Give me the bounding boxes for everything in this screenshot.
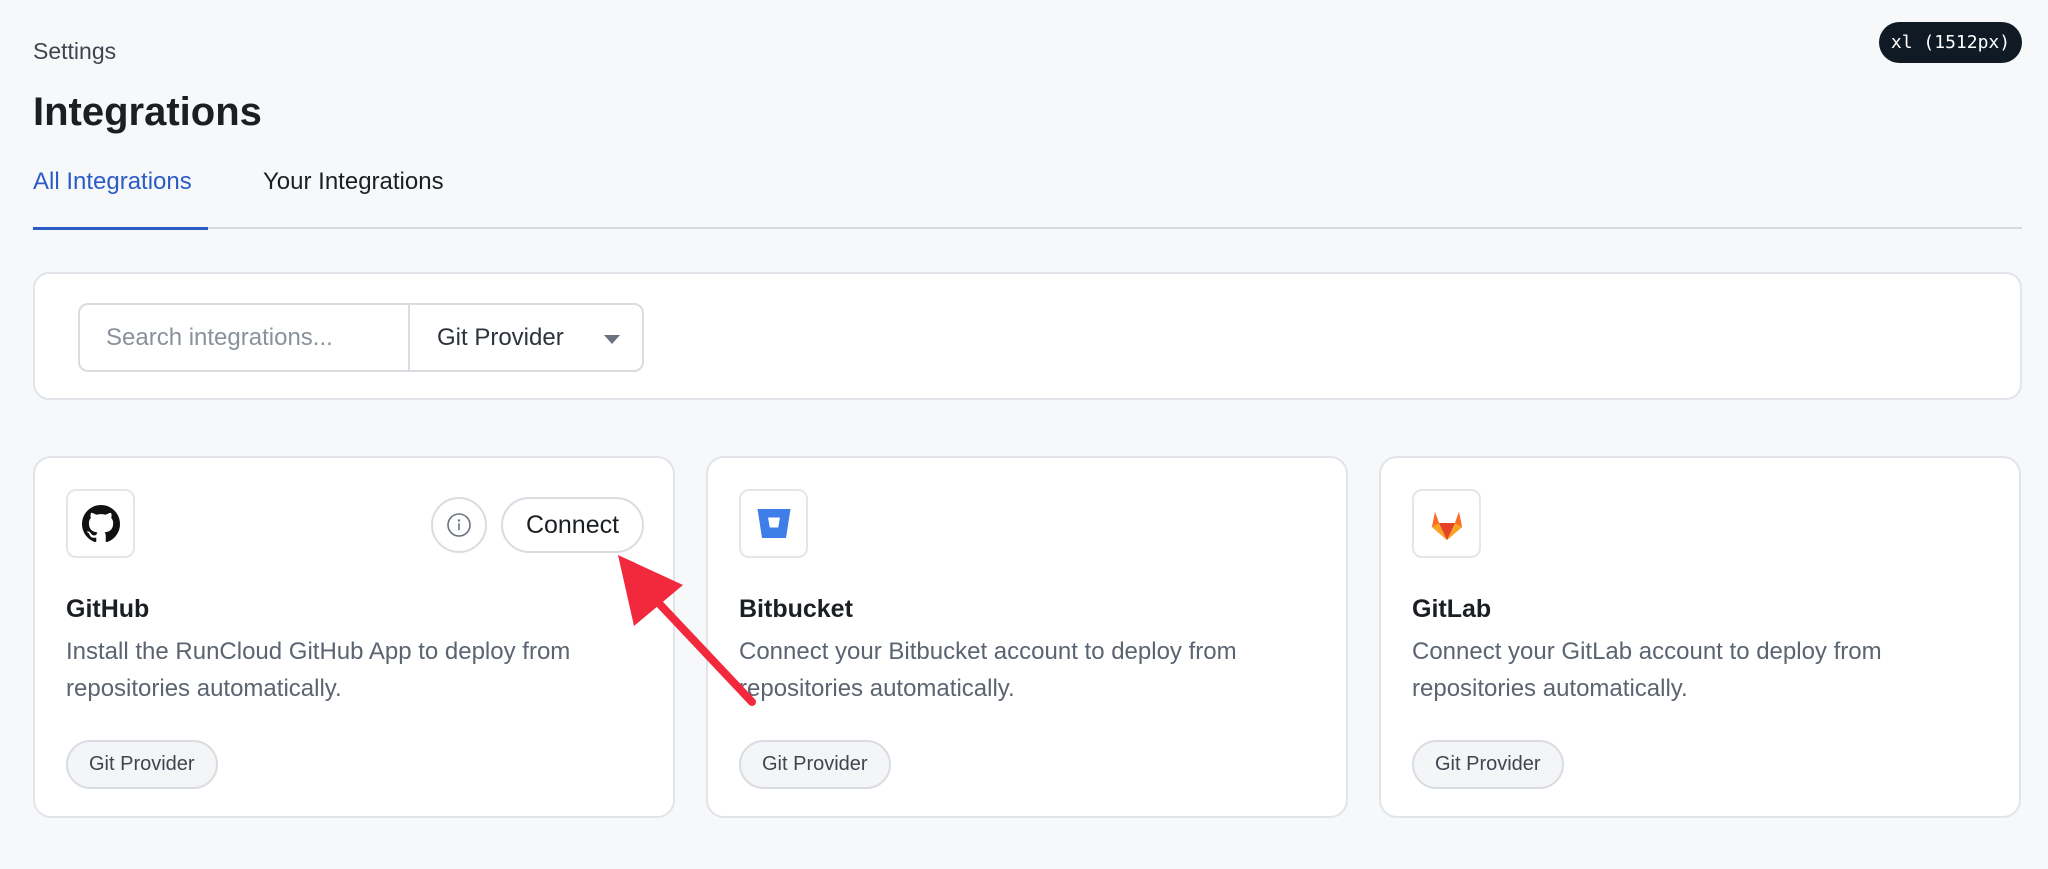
settings-page: xl (1512px) Settings Integrations All In… xyxy=(0,0,2048,869)
breakpoint-badge: xl (1512px) xyxy=(1879,22,2022,63)
integration-name: GitHub xyxy=(66,595,150,623)
integration-name: GitLab xyxy=(1412,595,1492,623)
integration-description: Install the RunCloud GitHub App to deplo… xyxy=(66,638,571,702)
integration-tag: Git Provider xyxy=(1412,740,1564,789)
github-icon xyxy=(81,504,120,542)
integration-logo xyxy=(739,489,808,558)
integration-name: Bitbucket xyxy=(739,595,853,623)
tab-bar: All Integrations Your Integrations xyxy=(33,165,2022,230)
provider-select[interactable]: Git Provider xyxy=(408,303,644,372)
integration-tag: Git Provider xyxy=(739,740,891,789)
integration-card-gitlab[interactable]: GitLab Connect your GitLab account to de… xyxy=(1379,456,2021,818)
search-input[interactable] xyxy=(78,303,408,372)
filter-panel: Git Provider xyxy=(33,272,2022,400)
info-button[interactable] xyxy=(431,497,487,553)
info-icon xyxy=(447,513,471,537)
integration-logo xyxy=(1412,489,1481,558)
provider-select-value: Git Provider xyxy=(437,324,564,351)
caret-down-icon xyxy=(604,335,620,344)
connect-button[interactable]: Connect xyxy=(501,497,644,553)
integration-tag: Git Provider xyxy=(66,740,218,789)
integration-card-bitbucket[interactable]: Bitbucket Connect your Bitbucket account… xyxy=(706,456,1348,818)
integration-description: Connect your GitLab account to deploy fr… xyxy=(1412,638,1882,702)
page-title: Integrations xyxy=(33,90,262,134)
tab-all-integrations[interactable]: All Integrations xyxy=(33,165,208,230)
integration-card-github: Connect GitHub Install the RunCloud GitH… xyxy=(33,456,675,818)
integration-description: Connect your Bitbucket account to deploy… xyxy=(739,638,1237,702)
bitbucket-icon xyxy=(757,508,790,538)
gitlab-icon xyxy=(1431,511,1462,540)
breadcrumb[interactable]: Settings xyxy=(33,38,116,65)
tab-your-integrations[interactable]: Your Integrations xyxy=(263,165,444,229)
integration-logo xyxy=(66,489,135,558)
